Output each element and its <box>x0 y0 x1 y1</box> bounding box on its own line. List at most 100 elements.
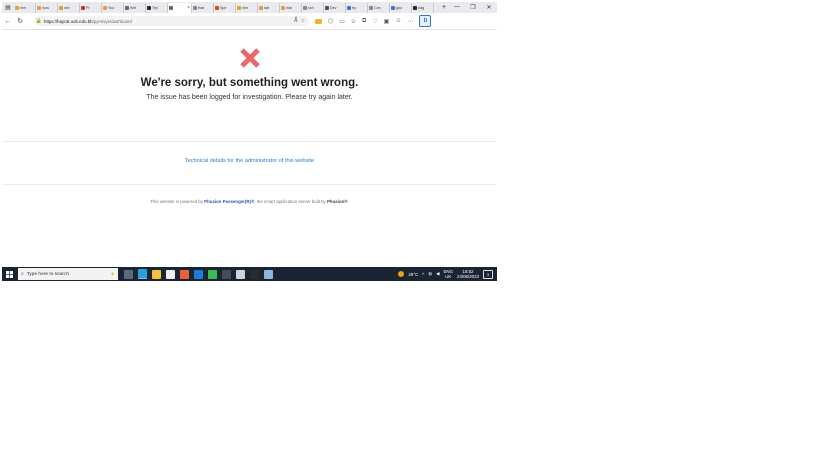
weather-temp[interactable]: 28°C <box>408 272 418 277</box>
browser-tab[interactable]: try <box>346 3 368 13</box>
collections-icon[interactable]: ⧉ <box>362 18 366 25</box>
tab-label: sch <box>308 6 314 10</box>
app-window-icon[interactable] <box>222 269 231 279</box>
favorite-star-icon[interactable]: ☆ <box>301 18 305 24</box>
close-window-icon[interactable]: ✕ <box>481 4 497 11</box>
tab-favicon-icon <box>347 6 351 10</box>
tab-actions-icon[interactable]: ▤ <box>2 2 14 13</box>
browser-tab[interactable]: Spe <box>214 3 236 13</box>
lang-bottom: UK <box>445 274 452 279</box>
task-view-icon[interactable] <box>124 269 133 279</box>
browser-tab[interactable]: You <box>102 3 124 13</box>
tab-favicon-icon <box>147 6 151 10</box>
tab-favicon-icon <box>259 6 263 10</box>
taskbar-search[interactable]: ⌕ Type here to search ✦ <box>18 268 118 280</box>
browser-tab[interactable]: Tryi <box>146 3 168 13</box>
settings-icon[interactable] <box>236 269 245 279</box>
browser-tab[interactable]: × <box>168 3 192 13</box>
tab-favicon-icon <box>325 6 329 10</box>
browser-essentials-icon[interactable]: ♡ <box>372 18 377 25</box>
browser-tab[interactable]: sim <box>58 3 80 13</box>
phusion-link[interactable]: Phusion® <box>327 199 348 204</box>
mail-icon[interactable] <box>194 269 203 279</box>
tab-favicon-icon <box>193 6 197 10</box>
divider <box>2 184 497 185</box>
file-explorer-icon[interactable] <box>152 269 161 279</box>
page-content: We're sorry, but something went wrong. T… <box>2 30 497 268</box>
browser-tab[interactable]: that <box>192 3 214 13</box>
divider <box>2 141 497 142</box>
browser-tab[interactable]: Con <box>368 3 390 13</box>
lock-icon[interactable]: 🔒 <box>34 18 44 24</box>
bing-copilot-icon[interactable]: b <box>419 15 432 27</box>
tab-label: Con <box>374 6 381 10</box>
search-placeholder: Type here to search <box>26 271 70 277</box>
technical-details-link[interactable]: Technical details for the administrator … <box>2 158 497 164</box>
browser-tab[interactable]: dat <box>258 3 280 13</box>
tab-favicon-icon <box>281 6 285 10</box>
browser-tab[interactable]: nuru <box>36 3 58 13</box>
address-toolbar: ← ↻ 🔒 https://hayrat.uob.edu.bh/pyrs/sys… <box>2 13 497 30</box>
network-icon[interactable]: ◍ <box>428 271 432 277</box>
favorites-icon[interactable]: ✩ <box>351 18 356 25</box>
minimize-icon[interactable]: — <box>449 4 465 11</box>
tab-label: try <box>352 6 356 10</box>
edge-icon[interactable] <box>138 269 147 279</box>
weather-sun-icon[interactable] <box>398 271 405 277</box>
browser-tab[interactable]: mm <box>236 3 258 13</box>
browser-tab[interactable]: Pr <box>80 3 102 13</box>
tab-favicon-icon <box>15 6 19 10</box>
language-indicator[interactable]: ENG UK <box>444 269 454 279</box>
error-subtitle: The issue has been logged for investigat… <box>146 94 353 101</box>
tab-label: mai <box>286 6 292 10</box>
tab-label: mm <box>242 6 248 10</box>
tab-favicon-icon <box>125 6 129 10</box>
browser-tab[interactable]: goo <box>390 3 412 13</box>
tab-label: Tryi <box>152 6 158 10</box>
browser-tab[interactable]: Dev <box>324 3 346 13</box>
tab-label: Wel <box>130 6 137 10</box>
screenshot-icon[interactable]: ▣ <box>384 18 390 25</box>
microsoft-store-icon[interactable] <box>166 269 175 279</box>
profile-icon[interactable]: ☺ <box>395 18 401 24</box>
read-aloud-icon[interactable]: Aͣ <box>294 18 297 24</box>
browser-tab[interactable]: mai <box>280 3 302 13</box>
refresh-icon[interactable]: ↻ <box>14 17 26 25</box>
split-screen-icon[interactable]: ▭ <box>339 18 345 25</box>
browser-tab[interactable]: mm <box>14 3 36 13</box>
browser-tab[interactable]: sch <box>302 3 324 13</box>
tab-close-icon[interactable]: × <box>187 5 190 11</box>
phusion-passenger-link[interactable]: Phusion Passenger(R)® <box>204 199 254 204</box>
terminal-icon[interactable] <box>250 269 259 279</box>
windows-start-icon[interactable] <box>2 270 16 278</box>
tab-favicon-icon <box>369 6 373 10</box>
tabs-container: mm nuru sim Pr You Wel Tryi × that Spe mm dat mai sch… <box>14 2 439 13</box>
firefox-icon[interactable] <box>180 269 189 279</box>
error-title: We're sorry, but something went wrong. <box>140 77 359 89</box>
notifications-icon[interactable]: 3 <box>483 269 493 279</box>
notepad-icon[interactable] <box>264 269 273 279</box>
more-menu-icon[interactable]: ⋯ <box>407 18 413 25</box>
show-hidden-icons-icon[interactable]: ^ <box>422 272 424 277</box>
tab-label: that <box>198 6 204 10</box>
window-controls: — ❐ ✕ <box>449 4 497 11</box>
url-path: /pyrs/sys/dashboard <box>92 18 132 24</box>
chrome-icon[interactable] <box>208 269 217 279</box>
clock[interactable]: 18:52 24/06/2023 <box>457 269 479 279</box>
tab-favicon-icon <box>413 6 417 10</box>
address-bar[interactable]: 🔒 https://hayrat.uob.edu.bh/pyrs/sys/das… <box>34 16 309 26</box>
url-host: https://hayrat.uob.edu.bh <box>44 18 93 24</box>
tab-label: sim <box>64 6 70 10</box>
extensions-icon[interactable]: ⬡ <box>328 18 333 25</box>
tab-favicon-icon <box>237 6 241 10</box>
toolbar-extensions: ⬡ ▭ ✩ ⧉ ♡ ▣ ☺ ⋯ b <box>315 15 432 27</box>
restore-icon[interactable]: ❐ <box>465 4 481 11</box>
browser-tab[interactable]: edg <box>412 3 434 13</box>
tab-strip: ▤ mm nuru sim Pr You Wel Tryi × that Spe mm dat mai s… <box>2 2 497 13</box>
speaker-icon[interactable]: ◀ <box>436 271 439 277</box>
extension-icon[interactable] <box>315 18 322 24</box>
back-icon[interactable]: ← <box>2 18 14 25</box>
browser-tab[interactable]: Wel <box>124 3 146 13</box>
new-tab-icon[interactable]: + <box>439 4 449 11</box>
system-tray: 28°C ^ ◍ ◀ ENG UK 18:52 24/06/2023 3 <box>398 269 497 279</box>
